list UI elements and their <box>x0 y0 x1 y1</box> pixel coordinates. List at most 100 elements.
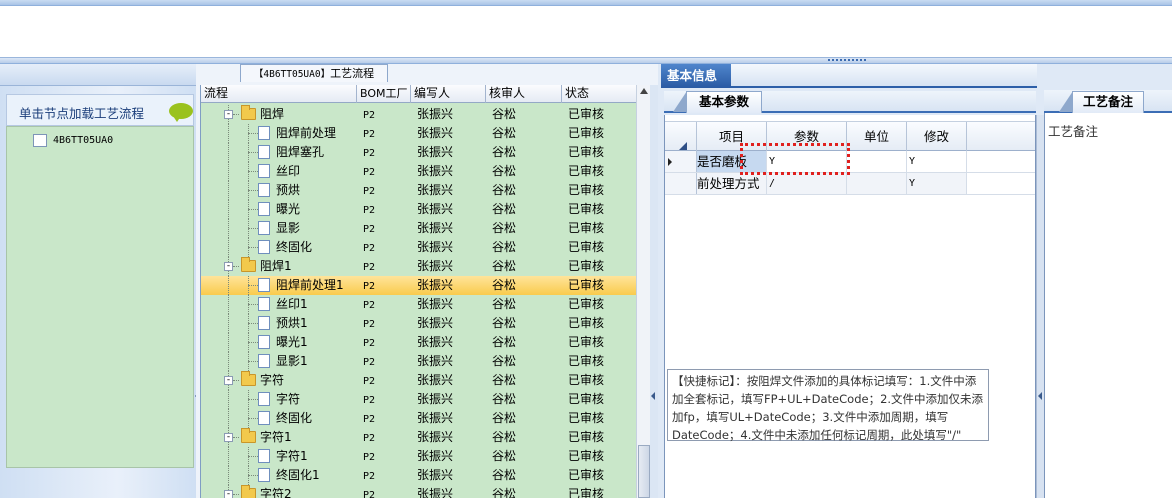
param-header-corner <box>665 122 697 151</box>
reviewer-cell: 谷松 <box>492 392 517 406</box>
status-cell: 已审核 <box>568 145 605 159</box>
param-modify-cell[interactable]: Y <box>907 173 967 194</box>
reviewer-cell: 谷松 <box>492 487 517 498</box>
status-cell: 已审核 <box>568 487 605 498</box>
flow-step-name: 阻焊1 <box>260 259 292 273</box>
document-icon <box>258 202 270 216</box>
writer-cell: 张振兴 <box>417 335 454 349</box>
highlight-annotation-box <box>740 143 850 175</box>
status-cell: 已审核 <box>568 202 605 216</box>
collapse-params-arrow-icon[interactable] <box>1038 392 1042 400</box>
writer-cell: 张振兴 <box>417 240 454 254</box>
table-row[interactable]: 丝印 P2 张振兴 谷松 已审核 <box>201 162 636 181</box>
toolbar-area <box>0 6 1172 58</box>
table-row[interactable]: 阻焊前处理 P2 张振兴 谷松 已审核 <box>201 124 636 143</box>
bom-factory-cell: P2 <box>363 110 376 121</box>
table-row[interactable]: 字符 P2 张振兴 谷松 已审核 <box>201 390 636 409</box>
flow-step-name: 预烘 <box>276 183 301 197</box>
table-row[interactable]: - 阻焊1 P2 张振兴 谷松 已审核 <box>201 257 636 276</box>
table-row[interactable]: - 字符 P2 张振兴 谷松 已审核 <box>201 371 636 390</box>
document-icon <box>258 164 270 178</box>
writer-cell: 张振兴 <box>417 468 454 482</box>
col-header-bom[interactable]: BOM工厂 <box>357 85 411 103</box>
writer-cell: 张振兴 <box>417 107 454 121</box>
param-row[interactable]: 前处理方式 / Y <box>665 173 1035 195</box>
param-modify-cell[interactable]: Y <box>907 151 967 172</box>
status-cell: 已审核 <box>568 392 605 406</box>
bom-factory-cell: P2 <box>363 395 376 406</box>
left-panel: 单击节点加载工艺流程 4B6TT05UA0 <box>0 64 196 498</box>
flow-step-name: 字符1 <box>276 449 308 463</box>
param-col-unit[interactable]: 单位 <box>847 122 907 151</box>
document-icon <box>258 468 270 482</box>
param-col-modify[interactable]: 修改 <box>907 122 967 151</box>
collapse-toggle-icon[interactable]: - <box>224 490 233 498</box>
scroll-thumb[interactable] <box>638 445 650 498</box>
status-cell: 已审核 <box>568 430 605 444</box>
param-unit-cell[interactable] <box>847 151 907 172</box>
load-flow-hint: 单击节点加载工艺流程 <box>6 94 194 126</box>
bom-factory-cell: P2 <box>363 376 376 387</box>
document-icon <box>258 240 270 254</box>
product-tree: 4B6TT05UA0 <box>6 126 194 468</box>
param-value-cell[interactable]: / <box>767 173 847 194</box>
table-row[interactable]: 字符1 P2 张振兴 谷松 已审核 <box>201 447 636 466</box>
table-row[interactable]: 预烘1 P2 张振兴 谷松 已审核 <box>201 314 636 333</box>
table-row[interactable]: 丝印1 P2 张振兴 谷松 已审核 <box>201 295 636 314</box>
table-row[interactable]: - 字符2 P2 张振兴 谷松 已审核 <box>201 485 636 498</box>
tab-process-remark[interactable]: 工艺备注 <box>1059 91 1144 113</box>
bom-factory-cell: P2 <box>363 129 376 140</box>
param-row[interactable]: 是否磨板 Y Y <box>665 151 1035 173</box>
writer-cell: 张振兴 <box>417 392 454 406</box>
flow-grid: 流程 BOM工厂 编写人 核审人 状态 - 阻焊 P2 张振兴 谷松 已审核 阻焊前处理 P2… <box>200 85 636 498</box>
collapse-toggle-icon[interactable]: - <box>224 433 233 442</box>
param-unit-cell[interactable] <box>847 173 907 194</box>
document-icon <box>258 411 270 425</box>
table-row[interactable]: 预烘 P2 张振兴 谷松 已审核 <box>201 181 636 200</box>
col-header-flow[interactable]: 流程 <box>201 85 357 103</box>
writer-cell: 张振兴 <box>417 487 454 498</box>
scroll-up-arrow-icon[interactable] <box>640 88 648 94</box>
reviewer-cell: 谷松 <box>492 449 517 463</box>
flow-step-name: 字符 <box>260 373 285 387</box>
table-row[interactable]: 曝光1 P2 张振兴 谷松 已审核 <box>201 333 636 352</box>
collapse-toggle-icon[interactable]: - <box>224 262 233 271</box>
flow-grid-scrollbar[interactable] <box>636 85 650 498</box>
reviewer-cell: 谷松 <box>492 297 517 311</box>
flow-step-name: 显影 <box>276 221 301 235</box>
reviewer-cell: 谷松 <box>492 126 517 140</box>
table-row[interactable]: 终固化1 P2 张振兴 谷松 已审核 <box>201 466 636 485</box>
flow-panel-edge <box>650 85 658 498</box>
splitter-grip-icon[interactable] <box>815 59 879 62</box>
col-header-writer[interactable]: 编写人 <box>411 85 486 103</box>
writer-cell: 张振兴 <box>417 202 454 216</box>
param-item-cell[interactable]: 前处理方式 <box>697 173 767 194</box>
collapse-flow-arrow-icon[interactable] <box>651 392 655 400</box>
collapse-toggle-icon[interactable]: - <box>224 376 233 385</box>
table-row[interactable]: 显影 P2 张振兴 谷松 已审核 <box>201 219 636 238</box>
table-row[interactable]: 终固化 P2 张振兴 谷松 已审核 <box>201 238 636 257</box>
writer-cell: 张振兴 <box>417 373 454 387</box>
col-header-status[interactable]: 状态 <box>562 85 636 103</box>
table-row[interactable]: 显影1 P2 张振兴 谷松 已审核 <box>201 352 636 371</box>
table-row[interactable]: 曝光 P2 张振兴 谷松 已审核 <box>201 200 636 219</box>
collapse-toggle-icon[interactable]: - <box>224 110 233 119</box>
folder-icon <box>241 485 256 498</box>
flow-step-name: 阻焊 <box>260 107 285 121</box>
param-panel-edge <box>1036 115 1044 498</box>
status-cell: 已审核 <box>568 259 605 273</box>
status-cell: 已审核 <box>568 183 605 197</box>
table-row[interactable]: 阻焊塞孔 P2 张振兴 谷松 已审核 <box>201 143 636 162</box>
status-cell: 已审核 <box>568 107 605 121</box>
table-row[interactable]: - 阻焊 P2 张振兴 谷松 已审核 <box>201 105 636 124</box>
tab-basic-params[interactable]: 基本参数 <box>673 91 762 113</box>
tab-basic-info[interactable]: 基本信息 <box>661 64 731 88</box>
flow-step-name: 阻焊塞孔 <box>276 145 325 159</box>
table-row[interactable]: 终固化 P2 张振兴 谷松 已审核 <box>201 409 636 428</box>
bom-factory-cell: P2 <box>363 319 376 330</box>
col-header-reviewer[interactable]: 核审人 <box>486 85 562 103</box>
table-row[interactable]: 阻焊前处理1 P2 张振兴 谷松 已审核 <box>201 276 636 295</box>
tree-node-product[interactable]: 4B6TT05UA0 <box>33 132 113 148</box>
table-row[interactable]: - 字符1 P2 张振兴 谷松 已审核 <box>201 428 636 447</box>
status-cell: 已审核 <box>568 240 605 254</box>
